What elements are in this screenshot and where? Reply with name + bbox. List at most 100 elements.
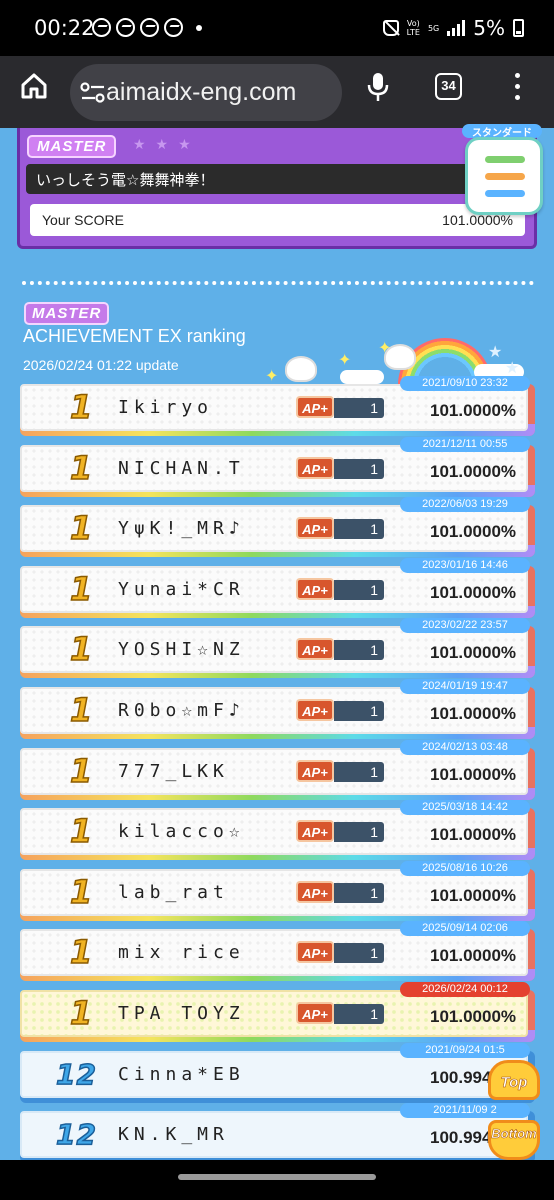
rank-number: 1: [69, 629, 93, 669]
menu-line-icon: [485, 173, 525, 180]
ranking-row: 1 YOSHI☆NZ AP+ 1 2023/02/22 23:57 101.0000%: [20, 618, 535, 678]
home-icon[interactable]: [20, 72, 48, 100]
record-date: 2025/03/18 14:42: [400, 800, 530, 815]
ranking-row: 1 YψK!_MR♪ AP+ 1 2022/06/03 19:29 101.0000%: [20, 497, 535, 557]
ap-plus-badge: AP+: [296, 396, 334, 418]
ap-plus-badge: AP+: [296, 820, 334, 842]
home-gesture-bar[interactable]: [178, 1174, 376, 1180]
ranking-row: 1 TPA TOYZ AP+ 1 2026/02/24 00:12 101.0000%: [20, 982, 535, 1042]
player-name: Ikiryo: [118, 397, 214, 418]
ap-count: 1: [334, 822, 384, 842]
ap-plus-badge: AP+: [296, 941, 334, 963]
rank-number: 1: [69, 569, 93, 609]
microphone-icon[interactable]: [367, 72, 389, 102]
mascot-decoration: [285, 356, 317, 382]
rank-number: 1: [69, 932, 93, 972]
rank-number: 1: [69, 872, 93, 912]
mute-icon: [382, 20, 399, 36]
ap-count: 1: [334, 580, 384, 600]
ranking-row: 1 Yunai*CR AP+ 1 2023/01/16 14:46 101.0000%: [20, 558, 535, 618]
rank-number: 1: [69, 690, 93, 730]
ranking-row: 1 777_LKK AP+ 1 2024/02/13 03:48 101.0000%: [20, 740, 535, 800]
ranking-row: 1 kilacco☆ AP+ 1 2025/03/18 14:42 101.0000%: [20, 800, 535, 860]
status-bar: 00:22 Vo) LTE 5G 5%: [0, 0, 554, 56]
achievement-score: 101.0000%: [430, 946, 517, 965]
ap-plus-badge: AP+: [296, 517, 334, 539]
status-time: 00:22: [34, 16, 95, 40]
achievement-score: 101.0000%: [430, 765, 517, 784]
achievement-score: 101.0000%: [430, 704, 517, 723]
player-name: YOSHI☆NZ: [118, 639, 245, 660]
ranking-row: 12 KN.K_MR 2021/11/09 2 100.9946: [20, 1103, 535, 1163]
cloud-decoration: [340, 370, 384, 384]
rank-number: 12: [55, 1117, 97, 1152]
ap-count: 1: [334, 640, 384, 660]
player-name: Yunai*CR: [118, 579, 245, 600]
achievement-score: 101.0000%: [430, 522, 517, 541]
ranking-row: 1 lab_rat AP+ 1 2025/08/16 10:26 101.0000%: [20, 861, 535, 921]
achievement-score: 101.0000%: [430, 583, 517, 602]
hamburger-menu-button[interactable]: [465, 137, 543, 215]
record-date: 2023/01/16 14:46: [400, 558, 530, 573]
system-nav-bar: [0, 1160, 554, 1200]
battery-percent: 5%: [473, 16, 505, 40]
rank-number: 1: [69, 811, 93, 851]
divider: [22, 281, 534, 285]
url-text: aimaidx-eng.com: [106, 78, 297, 106]
address-bar[interactable]: aimaidx-eng.com: [70, 64, 342, 121]
star-icon: ★: [505, 360, 520, 377]
record-date: 2024/02/13 03:48: [400, 740, 530, 755]
ap-plus-badge: AP+: [296, 578, 334, 600]
score-label: Your SCORE: [42, 212, 124, 228]
difficulty-stars: ★★★: [133, 136, 201, 152]
tab-switcher-button[interactable]: 34: [435, 73, 462, 100]
record-date: 2022/06/03 19:29: [400, 497, 530, 512]
ranking-difficulty-badge: MASTER: [24, 302, 110, 325]
record-date: 2021/12/11 00:55: [400, 437, 530, 452]
rank-number: 1: [69, 448, 93, 488]
achievement-score: 101.0000%: [430, 1007, 517, 1026]
bottom-label: Bottom: [491, 1126, 537, 1142]
player-name: R0bo☆mF♪: [118, 700, 245, 721]
rank-number: 1: [69, 751, 93, 791]
achievement-score: 101.0000%: [430, 401, 517, 420]
site-settings-icon[interactable]: [80, 82, 106, 104]
ranking-row: 1 R0bo☆mF♪ AP+ 1 2024/01/19 19:47 101.0000%: [20, 679, 535, 739]
chart-type-badge: スタンダード: [462, 124, 542, 139]
song-title: いっしそう電☆舞舞神拳！: [26, 164, 486, 194]
record-date: 2023/02/22 23:57: [400, 618, 530, 633]
player-name: YψK!_MR♪: [118, 518, 245, 539]
browser-toolbar: aimaidx-eng.com 34: [0, 56, 554, 128]
scroll-top-button[interactable]: Top: [482, 1052, 546, 1108]
rank-number: 1: [69, 387, 93, 427]
record-date: 2025/08/16 10:26: [400, 861, 530, 876]
rank-number: 1: [69, 508, 93, 548]
ap-plus-badge: AP+: [296, 1002, 334, 1024]
record-date: 2025/09/14 02:06: [400, 921, 530, 936]
player-name: Cinna*EB: [118, 1064, 245, 1085]
ap-plus-badge: AP+: [296, 638, 334, 660]
5g-indicator: 5G: [427, 23, 440, 33]
messenger-icon: [164, 18, 183, 37]
sparkle-icon: ✦: [265, 368, 279, 385]
achievement-score: 101.0000%: [430, 643, 517, 662]
more-notifications-dot-icon: [196, 24, 202, 31]
volte-indicator: Vo) LTE: [406, 19, 420, 37]
ap-count: 1: [334, 883, 384, 903]
top-label: Top: [500, 1074, 528, 1092]
ranking-updated: 2026/02/24 01:22 update: [23, 357, 179, 373]
record-date: 2024/01/19 19:47: [400, 679, 530, 694]
ap-count: 1: [334, 459, 384, 479]
ranking-row: 1 mix rice AP+ 1 2025/09/14 02:06 101.0000%: [20, 921, 535, 981]
song-card: MASTER ★★★ いっしそう電☆舞舞神拳！ Your SCORE 101.0…: [17, 128, 537, 249]
ap-plus-badge: AP+: [296, 699, 334, 721]
ap-count: 1: [334, 519, 384, 539]
ranking-row: 1 NICHAN.T AP+ 1 2021/12/11 00:55 101.0000%: [20, 437, 535, 497]
ranking-title: ACHIEVEMENT EX ranking: [23, 326, 246, 346]
achievement-score: 101.0000%: [430, 825, 517, 844]
player-name: NICHAN.T: [118, 458, 245, 479]
sparkle-icon: ✦: [338, 352, 352, 369]
more-menu-icon[interactable]: [515, 73, 521, 101]
signal-icon: [447, 20, 466, 36]
player-name: mix rice: [118, 942, 245, 963]
